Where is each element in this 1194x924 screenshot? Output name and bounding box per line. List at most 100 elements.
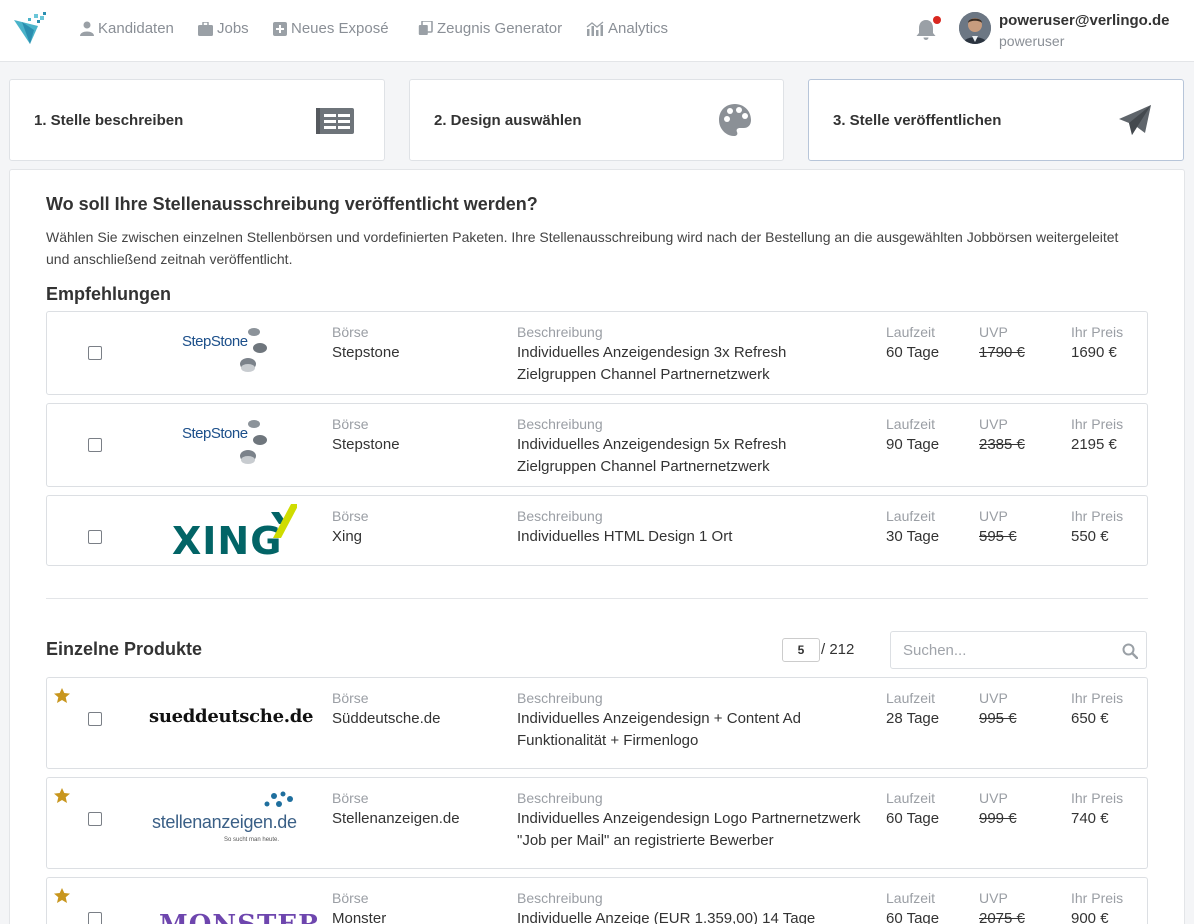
nav-kandidaten[interactable]: Kandidaten [80, 20, 174, 37]
beschreibung-label: Beschreibung [517, 690, 603, 706]
laufzeit-value: 30 Tage [886, 528, 940, 545]
laufzeit-label: Laufzeit [886, 416, 936, 432]
avatar-image [959, 12, 991, 44]
uvp-label: UVP [979, 324, 1008, 340]
nav-neues-expose[interactable]: Neues Exposé [273, 20, 389, 37]
sueddeutsche-logo-text: sueddeutsche.de [149, 706, 313, 727]
product-row[interactable]: sueddeutsche.de Börse Süddeutsche.de Bes… [46, 677, 1148, 769]
preis-label: Ihr Preis [1071, 324, 1124, 340]
step-label: 1. Stelle beschreiben [34, 112, 184, 129]
page-heading: Wo soll Ihre Stellenausschreibung veröff… [46, 194, 538, 214]
stepstone-logo: StepStone [147, 318, 307, 378]
uvp-label: UVP [979, 508, 1008, 524]
boerse-value: Xing [332, 528, 363, 545]
nav-label: Zeugnis Generator [437, 20, 563, 37]
boerse-value: Monster [332, 910, 387, 924]
recommendation-row[interactable]: StepStone Börse Stepstone Beschreibung I… [46, 403, 1148, 487]
uvp-value: 2075 € [979, 910, 1025, 924]
beschreibung-line-1: Individuelles Anzeigendesign Logo Partne… [517, 810, 861, 827]
select-checkbox[interactable] [88, 438, 102, 452]
copy-icon [418, 21, 433, 35]
boerse-label: Börse [332, 890, 369, 906]
paper-plane-icon [1119, 105, 1151, 135]
beschreibung-label: Beschreibung [517, 890, 603, 906]
boerse-value: Stepstone [332, 344, 400, 361]
boerse-label: Börse [332, 508, 369, 524]
product-row[interactable]: MONSTER Börse Monster Beschreibung Indiv… [46, 877, 1148, 924]
boerse-value: Süddeutsche.de [332, 710, 441, 727]
nav-jobs[interactable]: Jobs [198, 20, 249, 37]
preis-label: Ihr Preis [1071, 416, 1124, 432]
nav-label: Neues Exposé [291, 20, 389, 37]
uvp-value: 2385 € [979, 436, 1025, 453]
beschreibung-line-2: "Job per Mail" an registrierte Bewerber [517, 832, 774, 849]
beschreibung-label: Beschreibung [517, 790, 603, 806]
boerse-label: Börse [332, 790, 369, 806]
uvp-label: UVP [979, 416, 1008, 432]
select-checkbox[interactable] [88, 812, 102, 826]
step-stelle-veroeffentlichen[interactable]: 3. Stelle veröffentlichen [808, 79, 1184, 161]
beschreibung-line-1: Individuelles Anzeigendesign + Content A… [517, 710, 801, 727]
preis-value: 900 € [1071, 910, 1109, 924]
laufzeit-value: 28 Tage [886, 710, 940, 727]
beschreibung-line-2: Funktionalität + Firmenlogo [517, 732, 699, 749]
sueddeutsche-logo: sueddeutsche.de [147, 684, 317, 744]
uvp-value: 1790 € [979, 344, 1025, 361]
nav-label: Analytics [608, 20, 669, 37]
page-number-input[interactable]: 5 [782, 638, 820, 662]
notification-dot [933, 16, 941, 24]
boerse-label: Börse [332, 324, 369, 340]
star-icon[interactable] [54, 788, 70, 803]
uvp-value: 999 € [979, 810, 1017, 827]
user-email[interactable]: poweruser@verlingo.de [999, 12, 1170, 29]
preis-value: 650 € [1071, 710, 1109, 727]
search-icon[interactable] [1122, 643, 1138, 659]
laufzeit-value: 90 Tage [886, 436, 940, 453]
select-checkbox[interactable] [88, 912, 102, 924]
uvp-value: 595 € [979, 528, 1017, 545]
verlingo-logo[interactable] [12, 12, 48, 46]
user-icon [80, 21, 94, 36]
search-input[interactable] [891, 632, 1111, 668]
recommendation-row[interactable]: XING Börse Xing Beschreibung Individuell… [46, 495, 1148, 566]
star-icon[interactable] [54, 688, 70, 703]
recommendation-row[interactable]: StepStone Börse Stepstone Beschreibung I… [46, 311, 1148, 395]
beschreibung-line-1: Individuelles Anzeigendesign 5x Refresh [517, 436, 787, 453]
stellenanzeigen-logo: stellenanzeigen.de So sucht man heute. [147, 786, 317, 846]
nav-zeugnis-generator[interactable]: Zeugnis Generator [418, 20, 562, 37]
select-checkbox[interactable] [88, 346, 102, 360]
newspaper-icon [316, 108, 354, 134]
products-title: Einzelne Produkte [46, 639, 203, 659]
briefcase-icon [198, 21, 213, 36]
beschreibung-line-1: Individuelles HTML Design 1 Ort [517, 528, 733, 545]
preis-value: 2195 € [1071, 436, 1117, 453]
avatar[interactable] [959, 12, 991, 44]
beschreibung-line-2: Zielgruppen Channel Partnernetzwerk [517, 366, 770, 383]
top-navbar: Kandidaten Jobs Neues Exposé Zeugnis Gen… [0, 0, 1194, 62]
xing-logo-text: XING [172, 519, 282, 560]
beschreibung-line-2: Zielgruppen Channel Partnernetzwerk [517, 458, 770, 475]
preis-value: 1690 € [1071, 344, 1117, 361]
stepstone-logo-text: StepStone [182, 333, 248, 350]
select-checkbox[interactable] [88, 530, 102, 544]
intro-text: Wählen Sie zwischen einzelnen Stellenbör… [46, 229, 1119, 267]
user-name: poweruser [999, 33, 1065, 49]
monster-logo: MONSTER [147, 892, 317, 924]
preis-label: Ihr Preis [1071, 508, 1124, 524]
laufzeit-value: 60 Tage [886, 344, 940, 361]
select-checkbox[interactable] [88, 712, 102, 726]
page-total: / 212 [821, 641, 855, 658]
product-row[interactable]: stellenanzeigen.de So sucht man heute. B… [46, 777, 1148, 869]
uvp-label: UVP [979, 690, 1008, 706]
stellenanzeigen-logo-text: stellenanzeigen.de [152, 812, 297, 832]
beschreibung-label: Beschreibung [517, 508, 603, 524]
nav-analytics[interactable]: Analytics [586, 20, 668, 37]
step-design-auswaehlen[interactable]: 2. Design auswählen [409, 79, 784, 161]
nav-label: Jobs [217, 20, 249, 37]
uvp-label: UVP [979, 790, 1008, 806]
uvp-value: 995 € [979, 710, 1017, 727]
xing-logo: XING [147, 500, 307, 560]
recommendations-title: Empfehlungen [46, 284, 171, 304]
star-icon[interactable] [54, 888, 70, 903]
step-stelle-beschreiben[interactable]: 1. Stelle beschreiben [9, 79, 385, 161]
